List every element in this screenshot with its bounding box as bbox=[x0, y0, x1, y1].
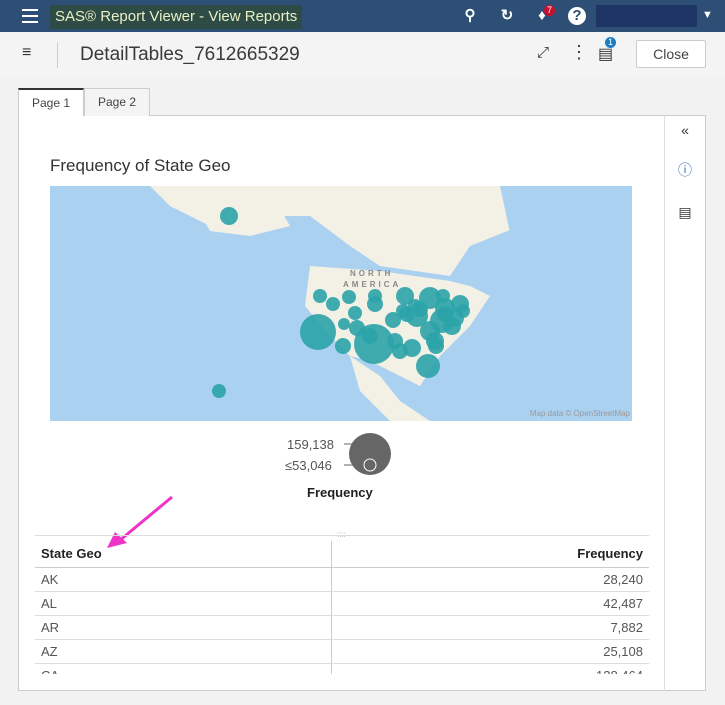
map-label-north: NORTH bbox=[350, 269, 393, 278]
cell-state: CA bbox=[35, 663, 332, 674]
state-bubble[interactable] bbox=[220, 207, 238, 225]
report-title: DetailTables_7612665329 bbox=[80, 44, 300, 65]
state-bubble[interactable] bbox=[368, 289, 382, 303]
report-toolbar: ≡ DetailTables_7612665329 ⤢ ⋮ ▤ 1 Close bbox=[0, 32, 725, 78]
close-button[interactable]: Close bbox=[636, 40, 706, 68]
search-icon[interactable]: ⚲ bbox=[461, 7, 479, 25]
legend-title: Frequency bbox=[307, 485, 373, 500]
tab-page-1[interactable]: Page 1 bbox=[18, 88, 84, 116]
side-pane-divider bbox=[664, 115, 665, 691]
cell-frequency: 25,108 bbox=[331, 639, 649, 664]
chevron-down-icon[interactable]: ▼ bbox=[702, 9, 713, 21]
frequency-table: State Geo Frequency AK 28,240 AL 42,487 AR 7,… bbox=[35, 541, 649, 674]
app-header: SAS® Report Viewer - View Reports ⚲ ↻ ♦ … bbox=[0, 0, 725, 32]
legend-size-icon bbox=[344, 433, 391, 475]
fullscreen-icon[interactable]: ⤢ bbox=[537, 44, 549, 61]
state-bubble[interactable] bbox=[362, 328, 378, 344]
column-header-state-geo[interactable]: State Geo bbox=[35, 541, 332, 568]
cell-frequency: 28,240 bbox=[331, 567, 649, 592]
user-menu[interactable] bbox=[596, 5, 697, 27]
state-bubble[interactable] bbox=[392, 343, 408, 359]
state-bubble[interactable] bbox=[338, 318, 350, 330]
state-bubble[interactable] bbox=[313, 289, 327, 303]
legend-min-label: ≤53,046 bbox=[285, 458, 332, 473]
atlantic bbox=[500, 186, 632, 421]
map-attribution: Map data © OpenStreetMap bbox=[530, 409, 631, 418]
app-title: SAS® Report Viewer - View Reports bbox=[50, 5, 303, 29]
help-icon[interactable]: ? bbox=[568, 7, 586, 25]
info-icon[interactable]: ⓘ bbox=[675, 160, 695, 180]
state-bubble[interactable] bbox=[456, 304, 470, 318]
table-of-contents-icon[interactable]: ≡ bbox=[22, 44, 31, 62]
cell-frequency: 128,464 bbox=[331, 663, 649, 674]
state-bubble[interactable] bbox=[335, 338, 351, 354]
state-bubble[interactable] bbox=[300, 314, 336, 350]
state-bubble[interactable] bbox=[326, 297, 340, 311]
map-svg: NORTH AMERICA Map data © OpenStreetMap bbox=[150, 186, 632, 421]
cell-frequency: 7,882 bbox=[331, 615, 649, 640]
comment-icon[interactable]: ▤ bbox=[675, 204, 695, 221]
notification-badge: 7 bbox=[544, 5, 555, 16]
document-badge: 1 bbox=[605, 37, 616, 48]
cell-state: AR bbox=[35, 615, 332, 640]
divider bbox=[35, 535, 649, 536]
state-bubble[interactable] bbox=[385, 312, 401, 328]
legend-max-label: 159,138 bbox=[287, 437, 334, 452]
table-row[interactable]: AR 7,882 bbox=[35, 615, 649, 640]
state-bubble[interactable] bbox=[348, 306, 362, 320]
column-header-frequency[interactable]: Frequency bbox=[331, 541, 649, 568]
state-bubble[interactable] bbox=[212, 384, 226, 398]
state-bubble[interactable] bbox=[416, 354, 440, 378]
state-bubble[interactable] bbox=[408, 299, 422, 313]
history-icon[interactable]: ↻ bbox=[498, 7, 516, 25]
collapse-icon[interactable]: « bbox=[675, 122, 695, 138]
chart-title: Frequency of State Geo bbox=[50, 156, 231, 175]
more-options-icon[interactable]: ⋮ bbox=[570, 42, 588, 63]
cell-state: AK bbox=[35, 567, 332, 592]
cell-state: AL bbox=[35, 591, 332, 616]
tab-page-2[interactable]: Page 2 bbox=[84, 88, 150, 116]
map-label-america: AMERICA bbox=[343, 280, 401, 289]
table-row[interactable]: AL 42,487 bbox=[35, 591, 649, 616]
table-row[interactable]: CA128,464 bbox=[35, 663, 649, 674]
cell-state: AZ bbox=[35, 639, 332, 664]
table-row[interactable]: AZ 25,108 bbox=[35, 639, 649, 664]
state-bubble[interactable] bbox=[435, 298, 455, 318]
geo-bubble-map[interactable]: NORTH AMERICA Map data © OpenStreetMap bbox=[50, 186, 632, 421]
menu-icon[interactable] bbox=[22, 9, 38, 23]
divider bbox=[57, 42, 58, 68]
state-bubble[interactable] bbox=[342, 290, 356, 304]
table-row[interactable]: AK 28,240 bbox=[35, 567, 649, 592]
cell-frequency: 42,487 bbox=[331, 591, 649, 616]
state-bubble[interactable] bbox=[428, 338, 444, 354]
